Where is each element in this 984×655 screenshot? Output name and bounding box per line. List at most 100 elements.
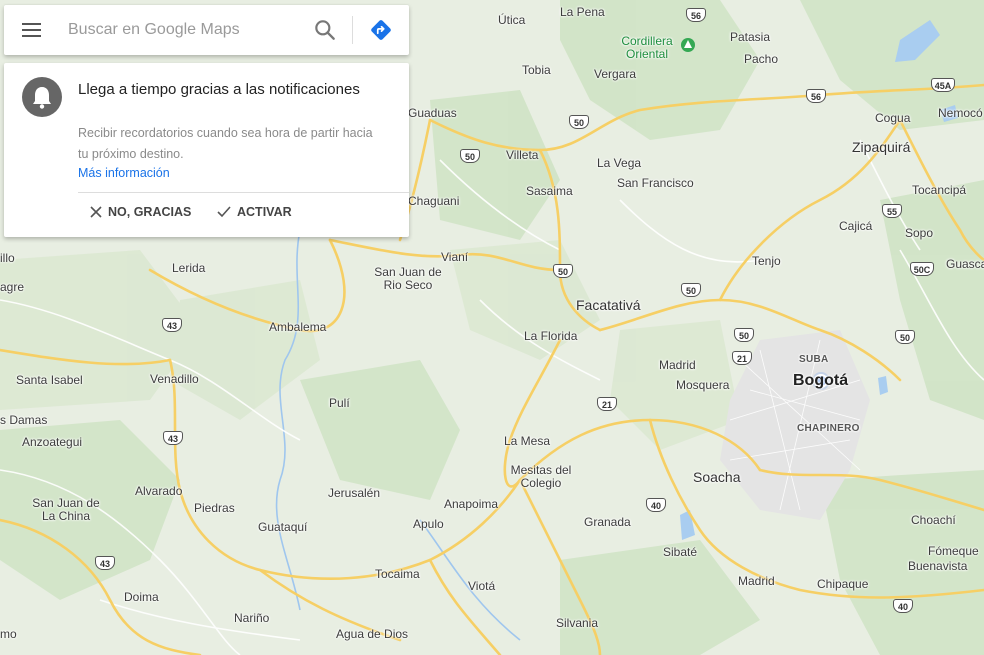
route-shield: 40 <box>893 599 913 613</box>
place-label[interactable]: Silvania <box>556 617 598 630</box>
bell-icon <box>22 77 62 117</box>
route-shield: 45A <box>931 78 955 92</box>
place-label[interactable]: Guaduas <box>408 107 457 120</box>
route-shield: 55 <box>882 204 902 218</box>
search-box <box>4 5 409 55</box>
place-label-park[interactable]: Cordillera Oriental <box>612 35 682 61</box>
route-shield: 56 <box>686 8 706 22</box>
card-divider <box>78 192 409 193</box>
place-label[interactable]: Cogua <box>875 112 910 125</box>
place-label[interactable]: Sibaté <box>663 546 697 559</box>
place-label[interactable]: Viotá <box>468 580 495 593</box>
place-label[interactable]: agre <box>0 281 24 294</box>
route-shield: 50 <box>734 328 754 342</box>
place-label[interactable]: La Vega <box>597 157 641 170</box>
check-icon <box>217 206 231 218</box>
place-label[interactable]: Tobia <box>522 64 551 77</box>
place-label[interactable]: Nariño <box>234 612 269 625</box>
neighborhood-label[interactable]: SUBA <box>799 353 829 366</box>
place-label[interactable]: Tenjo <box>752 255 781 268</box>
place-label[interactable]: Anzoategui <box>22 436 82 449</box>
place-label[interactable]: Doima <box>124 591 159 604</box>
place-label[interactable]: Cajicá <box>839 220 872 233</box>
search-icon[interactable] <box>312 17 338 43</box>
route-shield: 50 <box>569 115 589 129</box>
search-input[interactable] <box>68 19 298 41</box>
place-label[interactable]: Chaguani <box>408 195 459 208</box>
route-shield: 21 <box>597 397 617 411</box>
route-shield: 43 <box>95 556 115 570</box>
place-label[interactable]: Madrid <box>738 575 775 588</box>
route-shield: 50 <box>460 149 480 163</box>
place-label[interactable]: Pacho <box>744 53 778 66</box>
place-label[interactable]: Apulo <box>413 518 444 531</box>
neighborhood-label[interactable]: CHAPINERO <box>797 422 860 435</box>
notification-card: Llega a tiempo gracias a las notificacio… <box>4 63 409 237</box>
route-shield: 40 <box>646 498 666 512</box>
place-label[interactable]: Venadillo <box>150 373 199 386</box>
place-label[interactable]: Santa Isabel <box>16 374 83 387</box>
place-label[interactable]: Soacha <box>693 470 740 484</box>
route-shield: 56 <box>806 89 826 103</box>
place-label[interactable]: Sopo <box>905 227 933 240</box>
place-label[interactable]: Guataquí <box>258 521 307 534</box>
place-label[interactable]: Mesitas del Colegio <box>503 464 579 490</box>
place-label[interactable]: Fómeque <box>928 545 979 558</box>
place-label[interactable]: La Florida <box>524 330 577 343</box>
activate-label: ACTIVAR <box>237 205 292 219</box>
place-label[interactable]: Vergara <box>594 68 636 81</box>
place-label[interactable]: Mosquera <box>676 379 729 392</box>
place-label[interactable]: Facatativá <box>576 298 641 312</box>
route-shield: 43 <box>162 318 182 332</box>
place-label[interactable]: Guasca <box>946 258 984 271</box>
place-label[interactable]: Útica <box>498 14 525 27</box>
notification-title: Llega a tiempo gracias a las notificacio… <box>78 81 360 98</box>
place-label[interactable]: Patasia <box>730 31 770 44</box>
place-label[interactable]: Nemocó <box>938 107 983 120</box>
route-shield: 50 <box>681 283 701 297</box>
place-label[interactable]: Lerida <box>172 262 205 275</box>
place-label[interactable]: mo <box>0 628 17 641</box>
route-shield: 21 <box>732 351 752 365</box>
place-label[interactable]: Vianí <box>441 251 468 264</box>
place-label[interactable]: Chipaque <box>817 578 868 591</box>
place-label-capital[interactable]: Bogotá <box>793 373 848 389</box>
place-label[interactable]: Agua de Dios <box>336 628 408 641</box>
no-thanks-label: NO, GRACIAS <box>108 205 192 219</box>
place-label[interactable]: Jerusalén <box>328 487 380 500</box>
place-label[interactable]: Tocancipá <box>912 184 966 197</box>
directions-icon[interactable] <box>368 17 394 43</box>
place-label[interactable]: Buenavista <box>908 560 967 573</box>
park-marker-icon[interactable] <box>681 38 695 52</box>
activate-button[interactable]: ACTIVAR <box>217 205 292 219</box>
place-label[interactable]: San Juan de Rio Seco <box>370 266 446 292</box>
route-shield: 50 <box>553 264 573 278</box>
place-label[interactable]: Choachí <box>911 514 956 527</box>
place-label[interactable]: Alvarado <box>135 485 182 498</box>
more-info-link[interactable]: Más información <box>78 166 170 180</box>
place-label[interactable]: La Pena <box>560 6 605 19</box>
place-label[interactable]: s Damas <box>0 414 47 427</box>
place-label[interactable]: Villeta <box>506 149 538 162</box>
route-shield: 43 <box>163 431 183 445</box>
route-shield: 50C <box>910 262 934 276</box>
place-label[interactable]: San Juan de La China <box>26 497 106 523</box>
search-divider <box>352 16 353 44</box>
place-label[interactable]: Anapoima <box>444 498 498 511</box>
place-label[interactable]: Ambalema <box>269 321 326 334</box>
place-label[interactable]: Madrid <box>659 359 696 372</box>
place-label[interactable]: Sasaima <box>526 185 573 198</box>
hamburger-menu-icon[interactable] <box>20 19 44 41</box>
place-label[interactable]: Piedras <box>194 502 235 515</box>
place-label[interactable]: Granada <box>584 516 631 529</box>
place-label[interactable]: San Francisco <box>617 177 694 190</box>
close-icon <box>90 206 102 218</box>
place-label[interactable]: La Mesa <box>504 435 550 448</box>
place-label[interactable]: Tocaima <box>375 568 420 581</box>
place-label[interactable]: Zipaquirá <box>852 140 910 154</box>
route-shield: 50 <box>895 330 915 344</box>
place-label[interactable]: illo <box>0 252 15 265</box>
notification-body: Recibir recordatorios cuando sea hora de… <box>78 126 373 161</box>
place-label[interactable]: Pulí <box>329 397 350 410</box>
no-thanks-button[interactable]: NO, GRACIAS <box>90 205 191 219</box>
